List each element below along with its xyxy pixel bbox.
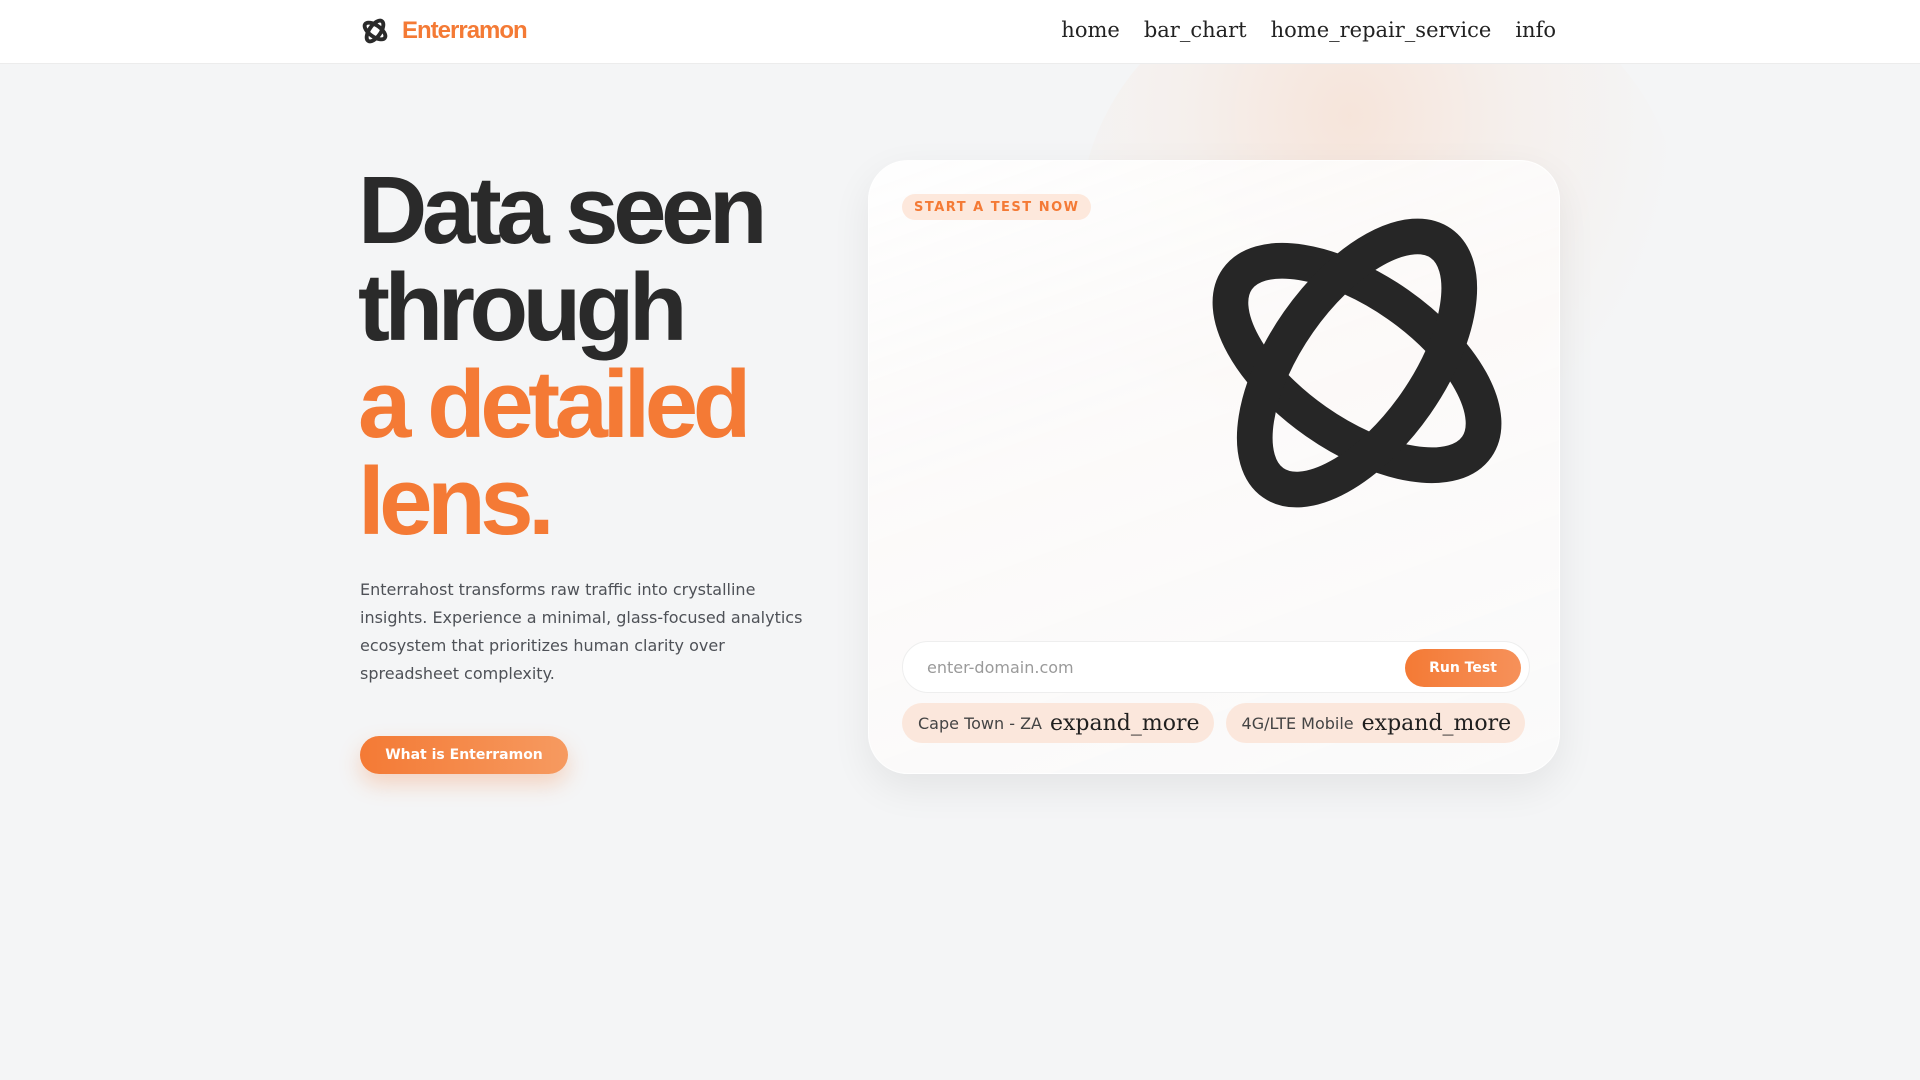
atom-logo-icon [362, 18, 388, 44]
network-value: 4G/LTE Mobile [1241, 713, 1354, 733]
brand-name: Enterramon [402, 17, 528, 44]
run-test-button[interactable]: Run Test [1405, 649, 1521, 687]
domain-test-row: Run Test [902, 641, 1530, 693]
brand[interactable]: Enterramon [360, 16, 528, 46]
domain-input[interactable] [927, 642, 1387, 692]
location-select[interactable]: Cape Town - ZA expand_more [902, 703, 1214, 743]
hero-title-line-1: Data seen [358, 157, 768, 264]
nav-home[interactable]: home [1061, 18, 1120, 42]
expand-more-icon: expand_more [1361, 710, 1512, 736]
hero-description: Enterrahost transforms raw traffic into … [360, 580, 803, 683]
hero-title-line-4: lens. [358, 448, 555, 555]
location-value: Cape Town - ZA [918, 713, 1042, 733]
main-nav: home bar_chart home_repair_service info [1061, 18, 1556, 42]
expand-more-icon: expand_more [1049, 710, 1200, 736]
test-options: Cape Town - ZA expand_more 4G/LTE Mobile… [902, 703, 1526, 743]
hero-title: Data seen through a detailed lens. [358, 157, 768, 555]
nav-info[interactable]: info [1515, 18, 1556, 42]
nav-bar-chart[interactable]: bar_chart [1144, 18, 1247, 42]
hero-title-line-3: a detailed [358, 351, 751, 458]
atom-logo-icon [1212, 218, 1502, 508]
what-is-enterramon-button[interactable]: What is Enterramon [360, 736, 568, 774]
network-select[interactable]: 4G/LTE Mobile expand_more [1225, 703, 1526, 743]
top-navbar: Enterramon home bar_chart home_repair_se… [0, 0, 1920, 64]
test-card: START A TEST NOW Run Test Cape Town - ZA… [868, 160, 1560, 774]
nav-home-repair-service[interactable]: home_repair_service [1271, 18, 1492, 42]
hero-title-line-2: through [358, 254, 688, 361]
start-test-badge: START A TEST NOW [902, 194, 1092, 220]
